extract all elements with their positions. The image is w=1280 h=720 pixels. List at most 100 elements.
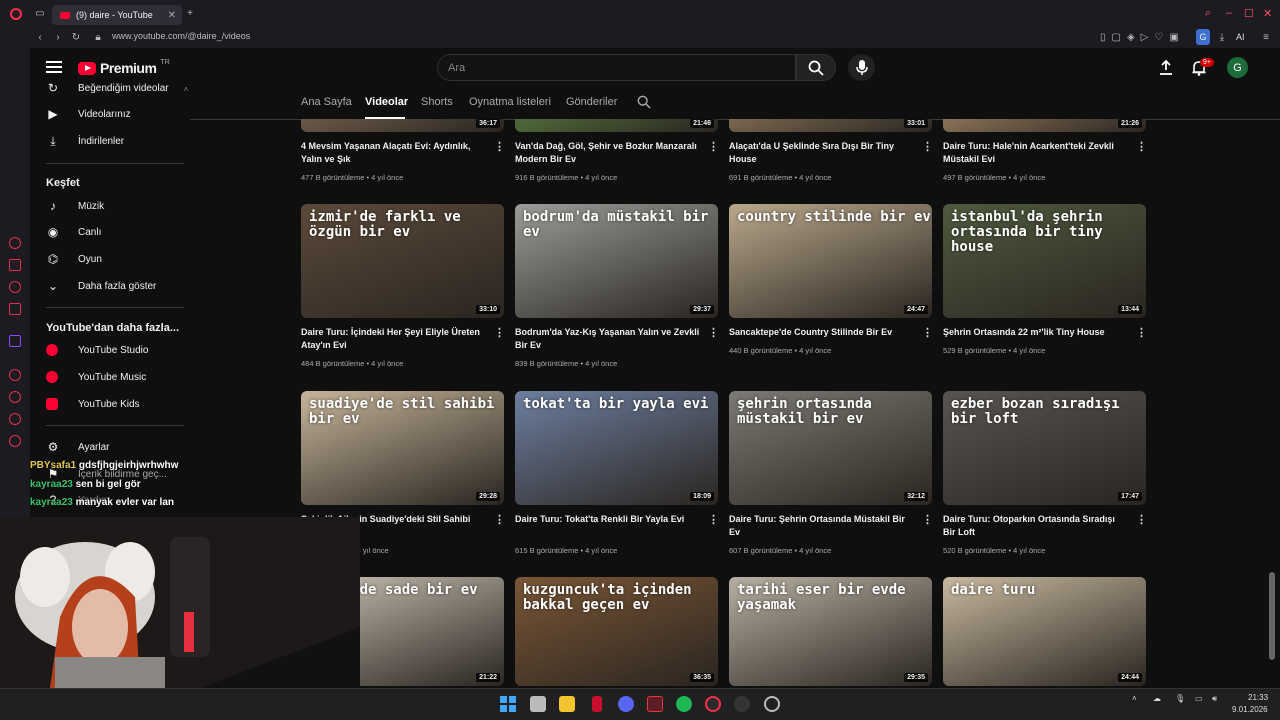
more-actions-icon[interactable]: ⋮ xyxy=(922,140,933,153)
file-explorer-icon[interactable] xyxy=(559,696,575,712)
more-actions-icon[interactable]: ⋮ xyxy=(494,326,505,339)
spotify-icon[interactable] xyxy=(676,696,692,712)
download-icon[interactable]: ⤓ xyxy=(1216,32,1228,44)
opera-taskbar-icon[interactable] xyxy=(705,696,721,712)
rail-4-icon[interactable] xyxy=(9,303,21,315)
video-title[interactable]: Daire Turu: Hale'nin Acarkent'teki Zevkl… xyxy=(943,140,1128,166)
video-title[interactable]: Daire Turu: İçindeki Her Şeyi Eliyle Üre… xyxy=(301,326,486,352)
sidebar-item-youtube-music[interactable]: YouTube Music xyxy=(46,367,146,387)
video-thumbnail[interactable]: şehrin ortasında müstakil bir ev 32:12 xyxy=(729,391,932,505)
sidebar-item-gaming[interactable]: ⌬ Oyun xyxy=(46,249,102,269)
guide-menu-icon[interactable] xyxy=(46,61,62,73)
video-title[interactable]: Şehrin Ortasında 22 m²'lik Tiny House xyxy=(943,326,1128,339)
tab-close-icon[interactable]: ✕ xyxy=(168,10,176,21)
settings-rail-icon[interactable] xyxy=(9,435,21,447)
account-avatar[interactable]: G xyxy=(1227,57,1248,78)
menu-icon[interactable]: ≡ xyxy=(1260,32,1272,44)
channel-search-icon[interactable] xyxy=(637,95,651,109)
favorite-icon[interactable]: ♡ xyxy=(1154,32,1163,43)
video-title[interactable]: Van'da Dağ, Göl, Şehir ve Bozkır Manzara… xyxy=(515,140,700,166)
minimize-icon[interactable]: – xyxy=(1226,7,1232,19)
video-thumbnail[interactable]: bodrum'da müstakil bir ev 29:37 xyxy=(515,204,718,318)
video-thumbnail[interactable]: izmir'de farklı ve özgün bir ev 33:10 xyxy=(301,204,504,318)
more-actions-icon[interactable]: ⋮ xyxy=(1136,513,1147,526)
video-thumbnail[interactable]: istanbul'da şehrin ortasında bir tiny ho… xyxy=(943,204,1146,318)
more-actions-icon[interactable]: ⋮ xyxy=(922,326,933,339)
taskbar-date[interactable]: 9.01.2026 xyxy=(1232,705,1268,714)
video-title[interactable]: 4 Mevsim Yaşanan Alaçatı Evi: Aydınlık, … xyxy=(301,140,486,166)
video-thumbnail[interactable]: daire turu 24:44 xyxy=(943,577,1146,686)
video-title[interactable]: Daire Turu: Tokat'ta Renkli Bir Yayla Ev… xyxy=(515,513,700,526)
task-view-icon[interactable] xyxy=(530,696,546,712)
video-title[interactable]: Sancaktepe'de Country Stilinde Bir Ev xyxy=(729,326,914,339)
twitch-icon[interactable] xyxy=(9,335,21,347)
more-actions-icon[interactable]: ⋮ xyxy=(708,513,719,526)
video-title[interactable]: Daire Turu: Otoparkın Ortasında Sıradışı… xyxy=(943,513,1128,539)
search-button[interactable] xyxy=(796,54,836,81)
search-tabs-icon[interactable]: ⌕ xyxy=(1205,7,1211,20)
sidebar-scroll-up-icon[interactable]: ˄ xyxy=(180,84,192,96)
opera-logo-icon[interactable] xyxy=(10,8,22,20)
video-thumbnail[interactable]: tarihi eser bir evde yaşamak 29:35 xyxy=(729,577,932,686)
extension-1-icon[interactable]: ▯ xyxy=(1100,32,1106,43)
more-actions-icon[interactable]: ⋮ xyxy=(708,140,719,153)
youtube-premium-logo[interactable]: Premium TR xyxy=(78,59,170,76)
video-title[interactable]: Bodrum'da Yaz-Kış Yaşanan Yalın ve Zevkl… xyxy=(515,326,700,352)
wallet-icon[interactable]: ▣ xyxy=(1169,32,1178,43)
ai-button[interactable]: AI xyxy=(1236,32,1245,42)
more-actions-icon[interactable]: ⋮ xyxy=(922,513,933,526)
sidebar-item-music[interactable]: ♪ Müzik xyxy=(46,196,104,216)
more-actions-icon[interactable]: ⋮ xyxy=(494,513,505,526)
tray-display-icon[interactable]: ▭ xyxy=(1195,694,1203,703)
app-g-icon[interactable] xyxy=(734,696,750,712)
rail-7-icon[interactable] xyxy=(9,413,21,425)
close-window-icon[interactable]: ✕ xyxy=(1263,7,1272,20)
browser-tab-active[interactable]: (9) daire - YouTube ✕ xyxy=(52,5,182,25)
create-upload-icon[interactable] xyxy=(1159,60,1173,75)
tab-home[interactable]: Ana Sayfa xyxy=(301,96,352,108)
more-actions-icon[interactable]: ⋮ xyxy=(708,326,719,339)
sidebar-item-downloads[interactable]: ⤓ İndirilenler xyxy=(46,131,124,151)
rail-5-icon[interactable] xyxy=(9,369,21,381)
tab-posts[interactable]: Gönderiler xyxy=(566,96,617,108)
maximize-icon[interactable]: ☐ xyxy=(1244,7,1254,20)
taskbar-time[interactable]: 21:33 xyxy=(1248,693,1268,702)
app-check-icon[interactable] xyxy=(647,696,663,712)
video-thumbnail[interactable]: 21:46 xyxy=(515,119,718,132)
tab-list-icon[interactable]: ▭ xyxy=(34,8,46,20)
page-scrollbar[interactable] xyxy=(1269,572,1275,660)
new-tab-icon[interactable]: + xyxy=(184,8,196,20)
more-actions-icon[interactable]: ⋮ xyxy=(1136,140,1147,153)
more-actions-icon[interactable]: ⋮ xyxy=(1136,326,1147,339)
tray-chevron-icon[interactable]: ˄ xyxy=(1132,694,1137,703)
tray-network-icon[interactable]: ☁ xyxy=(1153,694,1161,703)
rail-6-icon[interactable] xyxy=(9,391,21,403)
video-thumbnail[interactable]: 36:17 xyxy=(301,119,504,132)
search-input[interactable]: Ara xyxy=(437,54,796,81)
video-thumbnail[interactable]: country stilinde bir ev 24:47 xyxy=(729,204,932,318)
tab-playlists[interactable]: Oynatma listeleri xyxy=(469,96,551,108)
video-thumbnail[interactable]: ezber bozan sıradışı bir loft 17:47 xyxy=(943,391,1146,505)
extension-2-icon[interactable]: ▢ xyxy=(1112,32,1121,43)
url-text[interactable]: www.youtube.com/@daire_/videos xyxy=(112,31,250,41)
sidebar-item-your-videos[interactable]: ▶︎ Videolarınız xyxy=(46,104,130,124)
forward-icon[interactable]: › xyxy=(52,32,64,44)
voice-search-button[interactable] xyxy=(848,54,875,81)
video-thumbnail[interactable]: 33:01 xyxy=(729,119,932,132)
extension-3-icon[interactable]: ◈ xyxy=(1127,32,1135,43)
app-red-icon[interactable] xyxy=(592,696,602,712)
video-thumbnail[interactable]: suadiye'de stil sahibi bir ev 29:28 xyxy=(301,391,504,505)
rail-3-icon[interactable] xyxy=(9,281,21,293)
video-thumbnail[interactable]: tokat'ta bir yayla evi 18:09 xyxy=(515,391,718,505)
sidebar-item-youtube-kids[interactable]: YouTube Kids xyxy=(46,394,140,414)
tray-mic-icon[interactable]: 🎙︎ xyxy=(1175,694,1185,703)
back-icon[interactable]: ‹ xyxy=(34,32,46,44)
video-thumbnail[interactable]: kuzguncuk'ta içinden bakkal geçen ev 36:3… xyxy=(515,577,718,686)
tab-videos[interactable]: Videolar xyxy=(365,96,408,108)
more-actions-icon[interactable]: ⋮ xyxy=(494,140,505,153)
sidebar-item-show-more[interactable]: ⌄ Daha fazla göster xyxy=(46,276,156,296)
profile-badge[interactable]: G xyxy=(1196,29,1210,45)
sidebar-item-liked[interactable]: ↻ Beğendiğim videolar xyxy=(46,78,169,98)
rail-2-icon[interactable] xyxy=(9,259,21,271)
video-title[interactable]: Alaçatı'da U Şeklinde Sıra Dışı Bir Tiny… xyxy=(729,140,914,166)
